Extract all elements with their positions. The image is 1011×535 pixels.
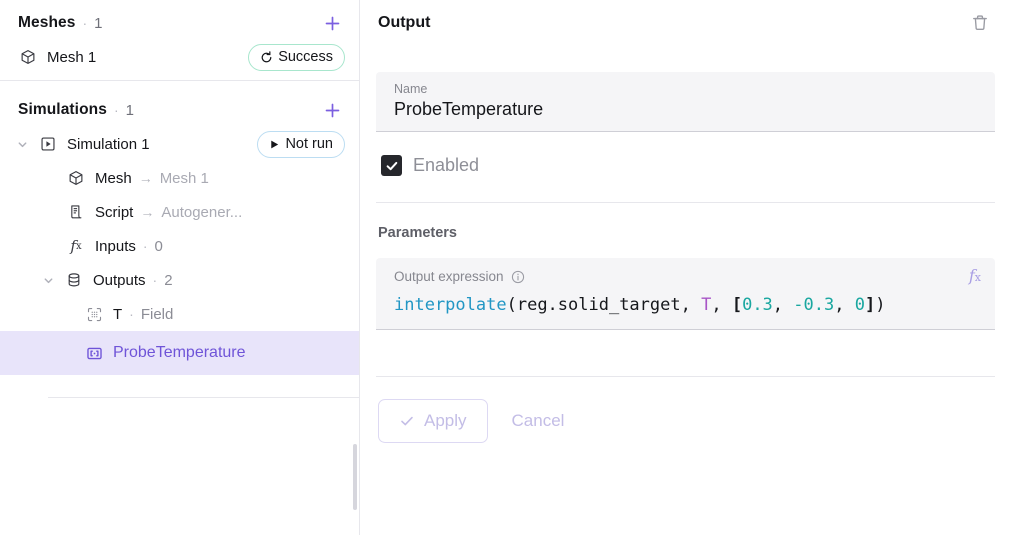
name-field-value[interactable]: ProbeTemperature (394, 99, 977, 120)
check-icon (399, 413, 415, 429)
outputs-node-value: 2 (164, 271, 173, 289)
code-token: T (701, 295, 712, 315)
code-token: 0.3 (742, 295, 773, 315)
chevron-down-icon[interactable] (40, 275, 56, 286)
code-token: -0.3 (793, 295, 835, 315)
code-token: , (772, 295, 794, 315)
trash-icon[interactable] (967, 10, 993, 36)
simulation-status-badge[interactable]: Not run (257, 130, 345, 158)
cube-icon (18, 47, 38, 67)
parameters-section-label: Parameters (378, 225, 457, 241)
play-square-icon (38, 134, 58, 154)
inputs-node-value: 0 (154, 237, 163, 255)
simulations-title: Simulations (18, 101, 107, 118)
simulations-section-header: Simulations · 1 (0, 93, 359, 127)
mesh-node-label: Mesh (95, 169, 132, 187)
output-expression-field[interactable]: Output expression fx interpolate(reg.sol… (376, 258, 995, 330)
play-icon (269, 139, 280, 150)
fx-icon[interactable]: fx (969, 266, 981, 285)
simulations-separator: · (113, 102, 119, 118)
output-expression-code[interactable]: interpolate(reg.solid_target, T, [0.3, -… (394, 295, 977, 315)
sidebar-divider-1 (0, 80, 359, 81)
sidebar-item-outputs[interactable]: Outputs · 2 (0, 263, 359, 297)
code-token: , (711, 295, 732, 315)
sidebar-item-t-field[interactable]: T · Field (0, 297, 359, 331)
code-token: , (834, 295, 855, 315)
outputs-node-separator: · (152, 272, 158, 288)
fx-icon: fx (70, 237, 82, 255)
sidebar-scrollbar[interactable] (353, 444, 357, 510)
meshes-separator: · (82, 15, 88, 31)
simulations-count: 1 (125, 101, 134, 119)
panel-actions: Apply Cancel (376, 399, 995, 443)
sidebar-item-mesh-1[interactable]: Mesh 1 Success (0, 40, 359, 74)
apply-button[interactable]: Apply (378, 399, 488, 443)
code-token: ( (506, 295, 517, 315)
script-node-value: Autogener... (161, 203, 243, 221)
add-simulation-button[interactable] (319, 97, 345, 123)
sidebar-item-simulation-1[interactable]: Simulation 1 Not run (0, 127, 359, 161)
output-expression-header: Output expression (394, 269, 977, 284)
enabled-label: Enabled (413, 155, 480, 175)
simulation-status-label: Not run (285, 136, 333, 152)
t-field-separator: · (129, 306, 134, 322)
enabled-checkbox-row[interactable]: Enabled (376, 155, 995, 176)
output-expression-label: Output expression (394, 269, 504, 284)
page-title: Output (378, 14, 431, 31)
field-scan-icon (84, 304, 104, 324)
code-token: ) (875, 295, 886, 315)
probe-icon (84, 343, 104, 363)
cube-icon (66, 168, 86, 188)
sidebar-item-script[interactable]: Script → Autogener... (0, 195, 359, 229)
apply-button-label: Apply (424, 411, 467, 430)
mesh-node-value: Mesh 1 (159, 169, 209, 187)
add-mesh-button[interactable] (319, 10, 345, 36)
panel-header: Output (376, 4, 995, 42)
code-token: interpolate (394, 295, 507, 315)
code-token: reg.solid_target (516, 295, 681, 315)
name-field[interactable]: Name ProbeTemperature (376, 72, 995, 132)
sidebar-item-mesh[interactable]: Mesh → Mesh 1 (0, 161, 359, 195)
chevron-down-icon[interactable] (14, 139, 30, 150)
mesh-status-badge[interactable]: Success (248, 43, 345, 71)
script-icon (66, 202, 86, 222)
output-panel: Output Name ProbeTemperature Enabled Par… (360, 0, 1011, 535)
enabled-checkbox[interactable] (381, 155, 402, 176)
code-token: 0 (854, 295, 865, 315)
sidebar: Meshes · 1 Mesh 1 Success Simulations · … (0, 0, 360, 535)
sidebar-item-probe-temperature[interactable]: ProbeTemperature (0, 331, 359, 375)
code-token: ] (864, 295, 876, 315)
simulation-1-label: Simulation 1 (67, 135, 150, 153)
info-circle-icon[interactable] (511, 270, 525, 284)
mesh-1-label: Mesh 1 (47, 48, 97, 66)
cancel-button[interactable]: Cancel (494, 399, 583, 443)
t-field-label: T (113, 305, 123, 323)
inputs-node-label: Inputs (95, 237, 136, 255)
script-node-arrow: → (140, 204, 155, 220)
database-icon (64, 270, 84, 290)
sidebar-item-inputs[interactable]: fx Inputs · 0 (0, 229, 359, 263)
meshes-title: Meshes (18, 14, 76, 31)
name-field-label: Name (394, 82, 428, 96)
code-token: , (680, 295, 702, 315)
t-field-value: Field (140, 305, 174, 323)
meshes-count: 1 (94, 14, 103, 32)
outputs-node-label: Outputs (93, 271, 146, 289)
check-icon (385, 159, 399, 173)
code-token: [ (731, 295, 743, 315)
panel-divider-2 (376, 376, 995, 377)
app-root: Meshes · 1 Mesh 1 Success Simulations · … (0, 0, 1011, 535)
mesh-status-label: Success (278, 49, 333, 65)
mesh-node-arrow: → (138, 170, 153, 186)
refresh-icon (260, 50, 273, 64)
meshes-section-header: Meshes · 1 (0, 6, 359, 40)
inputs-node-separator: · (142, 238, 148, 254)
panel-divider-1 (376, 202, 995, 203)
probe-temperature-label: ProbeTemperature (113, 344, 246, 361)
script-node-label: Script (95, 203, 134, 221)
sidebar-divider-2 (48, 397, 359, 398)
